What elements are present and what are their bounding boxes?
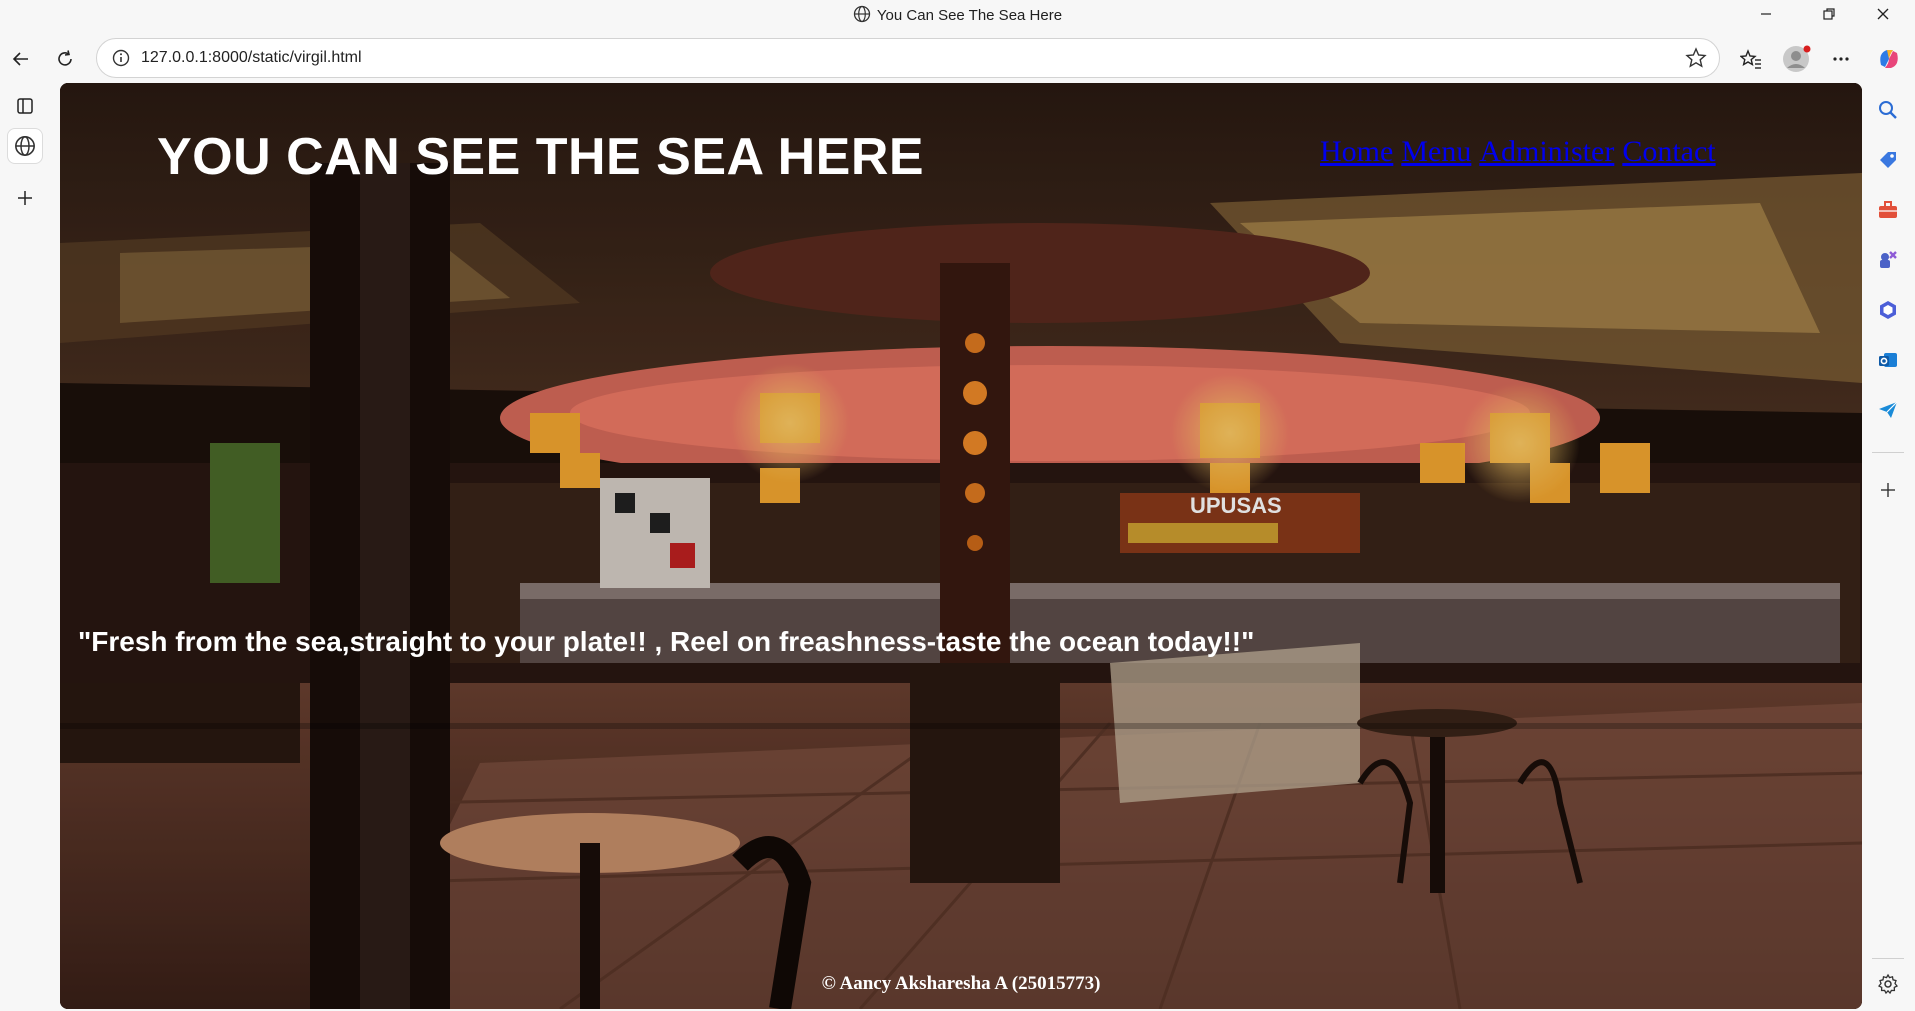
close-icon bbox=[1877, 8, 1889, 20]
browser-toolbar: 127.0.0.1:8000/static/virgil.html bbox=[0, 28, 1915, 88]
more-options-button[interactable] bbox=[1824, 42, 1858, 76]
globe-icon bbox=[853, 5, 871, 27]
nav-link-home[interactable]: Home bbox=[1320, 135, 1393, 169]
new-tab-button[interactable] bbox=[7, 180, 43, 216]
address-bar[interactable]: 127.0.0.1:8000/static/virgil.html bbox=[96, 38, 1720, 78]
microsoft365-icon bbox=[1880, 301, 1896, 319]
shopping-tag-icon bbox=[1880, 152, 1896, 168]
address-url[interactable]: 127.0.0.1:8000/static/virgil.html bbox=[141, 49, 362, 67]
tab-current-page[interactable] bbox=[7, 128, 43, 164]
search-icon bbox=[1879, 101, 1897, 119]
favorites-button[interactable] bbox=[1734, 42, 1768, 76]
minimize-icon bbox=[1761, 13, 1771, 15]
plus-icon bbox=[1881, 483, 1895, 497]
window-title: You Can See The Sea Here bbox=[0, 5, 1915, 27]
refresh-button[interactable] bbox=[48, 42, 82, 76]
vertical-tab-strip bbox=[0, 88, 50, 1011]
sidebar-send-button[interactable] bbox=[1870, 392, 1906, 428]
sidebar-divider bbox=[1872, 452, 1904, 453]
footer-copyright: © Aancy Aksharesha A (25015773) bbox=[821, 973, 1101, 994]
sidebar-search-button[interactable] bbox=[1870, 92, 1906, 128]
send-icon bbox=[1879, 401, 1898, 418]
minimize-button[interactable] bbox=[1734, 0, 1798, 28]
site-info-icon[interactable] bbox=[111, 48, 131, 72]
page-viewport: UPUSAS YOU CAN SEE THE SEA HERE Home Men… bbox=[60, 83, 1862, 1009]
copilot-button[interactable] bbox=[1872, 42, 1906, 76]
sidebar-divider bbox=[1872, 958, 1904, 959]
tagline: "Fresh from the sea,straight to your pla… bbox=[78, 626, 1255, 657]
edge-sidebar bbox=[1862, 88, 1915, 1011]
plus-icon bbox=[18, 191, 32, 205]
close-button[interactable] bbox=[1851, 0, 1915, 28]
back-button[interactable] bbox=[4, 42, 38, 76]
globe-icon bbox=[15, 136, 35, 156]
sidebar-games-button[interactable] bbox=[1870, 242, 1906, 278]
more-dots-icon bbox=[1833, 57, 1849, 61]
favorites-list-icon bbox=[1740, 49, 1761, 69]
gear-icon bbox=[1877, 973, 1899, 995]
site-nav: Home Menu Administer Contact bbox=[1320, 135, 1716, 169]
tab-actions-icon bbox=[17, 98, 33, 114]
nav-link-administer[interactable]: Administer bbox=[1479, 135, 1614, 169]
sidebar-tools-button[interactable] bbox=[1870, 192, 1906, 228]
tab-actions-button[interactable] bbox=[7, 88, 43, 124]
sidebar-shopping-button[interactable] bbox=[1870, 142, 1906, 178]
restore-icon bbox=[1823, 8, 1835, 20]
sidebar-outlook-button[interactable] bbox=[1870, 342, 1906, 378]
favorite-star-icon[interactable] bbox=[1685, 47, 1707, 73]
refresh-icon bbox=[58, 50, 72, 66]
restaurant-background-image: UPUSAS bbox=[60, 83, 1862, 1009]
back-arrow-icon bbox=[12, 52, 28, 66]
nav-link-contact[interactable]: Contact bbox=[1622, 135, 1715, 169]
games-icon bbox=[1880, 251, 1897, 268]
copilot-icon bbox=[1880, 50, 1898, 68]
sidebar-add-button[interactable] bbox=[1870, 472, 1906, 508]
window-title-text: You Can See The Sea Here bbox=[876, 7, 1063, 24]
window-title-bar: You Can See The Sea Here bbox=[0, 0, 1915, 28]
profile-button[interactable] bbox=[1779, 42, 1813, 76]
outlook-icon bbox=[1879, 353, 1897, 367]
nav-link-menu[interactable]: Menu bbox=[1401, 135, 1471, 169]
sidebar-microsoft365-button[interactable] bbox=[1870, 292, 1906, 328]
site-title: YOU CAN SEE THE SEA HERE bbox=[157, 128, 925, 186]
sidebar-settings-button[interactable] bbox=[1870, 966, 1906, 1002]
avatar bbox=[1783, 45, 1811, 72]
toolbox-icon bbox=[1879, 201, 1897, 218]
